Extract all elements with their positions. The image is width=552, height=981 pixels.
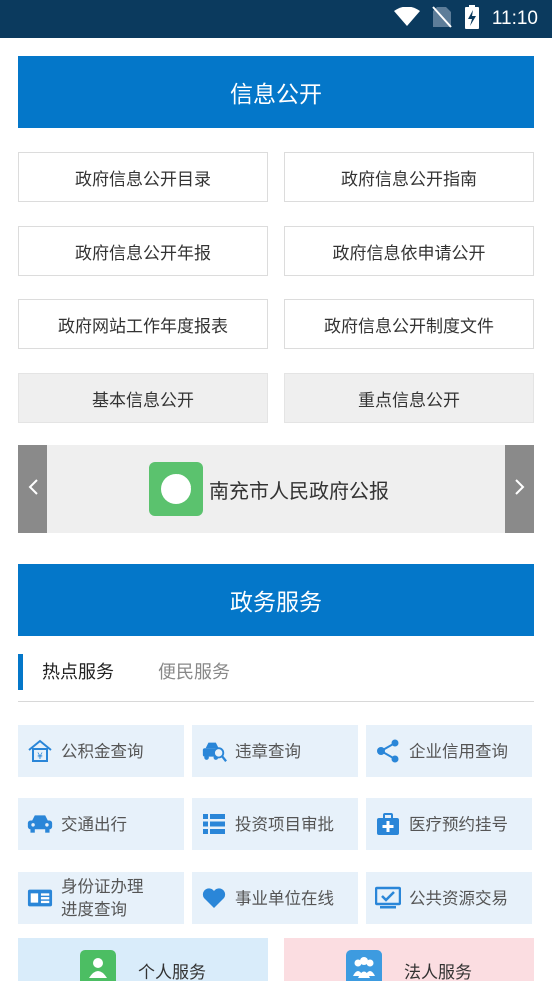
service-transport[interactable]: 交通出行 bbox=[18, 798, 184, 850]
id-card-icon bbox=[27, 885, 53, 911]
legal-service-label: 法人服务 bbox=[404, 963, 472, 981]
service-label: 公积金查询 bbox=[61, 741, 144, 761]
battery-charging-icon bbox=[464, 5, 480, 33]
info-annual-report-button[interactable]: 政府信息公开年报 bbox=[18, 226, 268, 276]
service-label: 身份证办理 进度查询 bbox=[61, 875, 144, 921]
list-icon bbox=[201, 811, 227, 837]
legal-service-button[interactable]: 法人服务 bbox=[284, 938, 534, 981]
info-regulation-button[interactable]: 政府信息公开制度文件 bbox=[284, 299, 534, 349]
house-yuan-icon: ¥ bbox=[27, 738, 53, 764]
key-info-button[interactable]: 重点信息公开 bbox=[284, 373, 534, 423]
basic-info-button[interactable]: 基本信息公开 bbox=[18, 373, 268, 423]
no-sim-icon bbox=[432, 6, 452, 32]
car-search-icon bbox=[201, 738, 227, 764]
personal-service-button[interactable]: 个人服务 bbox=[18, 938, 268, 981]
service-id-card-progress[interactable]: 身份证办理 进度查询 bbox=[18, 872, 184, 924]
carousel-next-button[interactable] bbox=[505, 445, 534, 533]
status-bar: 11:10 bbox=[0, 0, 552, 38]
bulletin-carousel[interactable]: 南充市人民政府公报 bbox=[18, 445, 534, 533]
wifi-icon bbox=[393, 6, 420, 31]
clock: 11:10 bbox=[491, 8, 538, 29]
service-public-resource-trade[interactable]: 公共资源交易 bbox=[366, 872, 532, 924]
car-icon bbox=[27, 811, 53, 837]
service-tabs: 热点服务 便民服务 bbox=[18, 654, 534, 702]
service-label-line1: 身份证办理 bbox=[61, 877, 144, 896]
info-guide-button[interactable]: 政府信息公开指南 bbox=[284, 152, 534, 202]
share-icon bbox=[375, 738, 401, 764]
service-label: 投资项目审批 bbox=[235, 814, 334, 834]
bulletin-item[interactable]: 南充市人民政府公报 bbox=[149, 462, 389, 516]
monitor-check-icon bbox=[375, 885, 401, 911]
chevron-left-icon bbox=[27, 478, 39, 500]
service-public-institution[interactable]: 事业单位在线 bbox=[192, 872, 358, 924]
carousel-prev-button[interactable] bbox=[18, 445, 47, 533]
personal-service-label: 个人服务 bbox=[138, 963, 206, 981]
group-icon bbox=[346, 950, 382, 981]
gov-service-header: 政务服务 bbox=[18, 564, 534, 636]
service-housing-fund[interactable]: ¥ 公积金查询 bbox=[18, 725, 184, 777]
bulletin-label: 南充市人民政府公报 bbox=[209, 478, 389, 503]
website-annual-report-button[interactable]: 政府网站工作年度报表 bbox=[18, 299, 268, 349]
tab-convenience-services[interactable]: 便民服务 bbox=[158, 658, 230, 684]
person-icon bbox=[80, 950, 116, 981]
service-label: 交通出行 bbox=[61, 814, 127, 834]
service-label: 医疗预约挂号 bbox=[409, 814, 508, 834]
info-section-header: 信息公开 bbox=[18, 56, 534, 128]
info-request-button[interactable]: 政府信息依申请公开 bbox=[284, 226, 534, 276]
active-tab-indicator bbox=[18, 654, 23, 690]
service-label: 违章查询 bbox=[235, 741, 301, 761]
service-violation[interactable]: 违章查询 bbox=[192, 725, 358, 777]
medical-kit-icon bbox=[375, 811, 401, 837]
pie-chart-icon bbox=[149, 462, 203, 516]
info-catalog-button[interactable]: 政府信息公开目录 bbox=[18, 152, 268, 202]
service-label-line2: 进度查询 bbox=[61, 900, 127, 919]
chevron-right-icon bbox=[514, 478, 526, 500]
service-medical-appointment[interactable]: 医疗预约挂号 bbox=[366, 798, 532, 850]
service-label: 事业单位在线 bbox=[235, 888, 334, 908]
heart-icon bbox=[201, 885, 227, 911]
svg-text:¥: ¥ bbox=[37, 752, 43, 762]
tab-hot-services[interactable]: 热点服务 bbox=[42, 658, 114, 684]
service-investment-approval[interactable]: 投资项目审批 bbox=[192, 798, 358, 850]
service-label: 企业信用查询 bbox=[409, 741, 508, 761]
service-enterprise-credit[interactable]: 企业信用查询 bbox=[366, 725, 532, 777]
service-label: 公共资源交易 bbox=[409, 888, 508, 908]
